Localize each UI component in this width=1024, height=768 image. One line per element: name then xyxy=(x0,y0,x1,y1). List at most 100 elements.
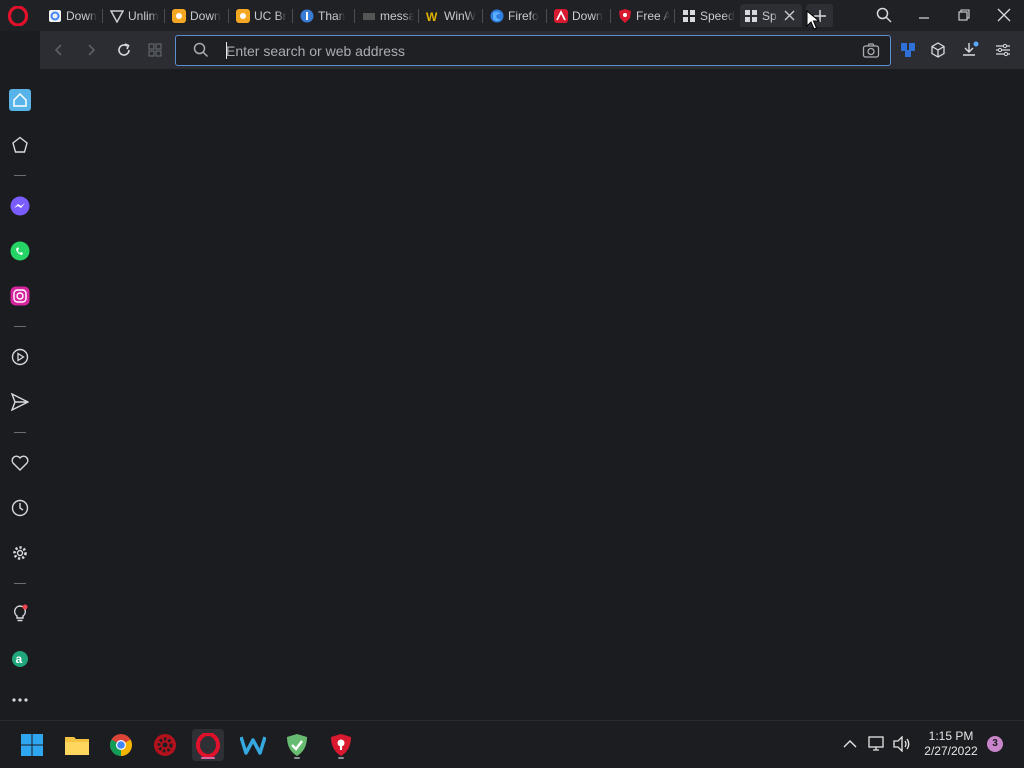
tab-separator xyxy=(546,9,547,23)
search-tabs-icon[interactable] xyxy=(873,5,895,25)
bookmarks-icon[interactable] xyxy=(9,134,31,156)
taskbar xyxy=(0,720,1024,768)
winworld-icon: W xyxy=(426,9,440,23)
extension-icon[interactable] xyxy=(899,41,917,59)
tab-separator xyxy=(610,9,611,23)
tab-title: Firefo xyxy=(508,8,539,23)
sidebar-divider xyxy=(14,583,26,584)
tab-6[interactable]: messa xyxy=(358,4,414,27)
avira-icon xyxy=(554,8,568,23)
settings-gear-icon[interactable] xyxy=(9,542,31,564)
tab-separator xyxy=(418,9,419,23)
tab-9[interactable]: Down xyxy=(550,4,606,27)
heart-icon[interactable] xyxy=(9,452,31,474)
adguard-icon[interactable] xyxy=(281,729,313,761)
page-content xyxy=(40,69,1024,720)
forward-icon[interactable] xyxy=(82,41,100,59)
address-bar[interactable]: Enter search or web address xyxy=(175,35,891,66)
restore-icon[interactable] xyxy=(953,5,975,25)
security-shield-app-icon[interactable] xyxy=(325,729,357,761)
running-indicator xyxy=(294,757,300,759)
tab-title: Sp xyxy=(762,8,777,23)
uc-browser-icon xyxy=(236,8,250,23)
google-drive-icon xyxy=(48,9,62,23)
firefox-icon xyxy=(490,9,504,23)
shield-icon xyxy=(618,8,632,23)
chrome-icon[interactable] xyxy=(105,729,137,761)
instagram-icon[interactable] xyxy=(9,285,31,307)
svg-text:W: W xyxy=(426,10,438,23)
lightbulb-icon[interactable] xyxy=(9,603,31,625)
tab-title: Free A xyxy=(636,8,670,23)
tab-4[interactable]: UC Br xyxy=(232,4,288,27)
tab-5[interactable]: Than xyxy=(296,4,350,27)
file-explorer-icon[interactable] xyxy=(61,729,93,761)
tab-7[interactable]: W WinW xyxy=(422,4,478,27)
player-icon[interactable] xyxy=(9,346,31,368)
close-window-icon[interactable] xyxy=(993,5,1015,25)
back-icon[interactable] xyxy=(50,41,68,59)
tab-title: messa xyxy=(380,8,414,23)
sidebar-divider xyxy=(14,326,26,327)
whatsapp-icon[interactable] xyxy=(9,240,31,262)
aria-icon[interactable]: a xyxy=(9,648,31,670)
reload-icon[interactable] xyxy=(115,41,133,59)
waterfox-icon[interactable] xyxy=(237,729,269,761)
address-placeholder: Enter search or web address xyxy=(226,43,405,59)
tab-11[interactable]: Speed xyxy=(678,4,736,27)
tab-separator xyxy=(102,9,103,23)
minimize-icon[interactable] xyxy=(913,5,935,25)
tab-10[interactable]: Free A xyxy=(614,4,670,27)
sidebar-divider xyxy=(14,175,26,176)
message-icon xyxy=(362,9,376,23)
tab-title: Down xyxy=(66,8,97,23)
tab-title: Speed xyxy=(700,8,735,23)
tab-title: Down xyxy=(190,8,221,23)
crypto-wallet-cube-icon[interactable] xyxy=(929,41,947,59)
text-caret xyxy=(226,42,227,59)
settings-gear-app-icon[interactable] xyxy=(149,729,181,761)
send-icon[interactable] xyxy=(9,391,31,413)
running-indicator xyxy=(338,757,344,759)
home-icon[interactable] xyxy=(9,89,31,111)
tab-3[interactable]: Down xyxy=(168,4,222,27)
info-circle-icon xyxy=(300,9,314,23)
running-indicator xyxy=(201,757,215,759)
sidebar-divider xyxy=(14,432,26,433)
speed-dial-icon xyxy=(682,9,696,23)
more-options-icon[interactable] xyxy=(9,689,31,711)
system-clock[interactable]: 1:15 PM 2/27/2022 xyxy=(918,729,984,759)
mouse-cursor-icon xyxy=(806,9,821,30)
tab-title: Than xyxy=(318,8,346,23)
show-hidden-icons-chevron-icon[interactable] xyxy=(841,735,859,753)
network-icon[interactable] xyxy=(868,735,886,753)
browser-window: Down Unlim Down UC Br Than messa W WinW … xyxy=(0,0,1024,768)
tab-title: Unlim xyxy=(128,8,159,23)
windows-start-icon[interactable] xyxy=(16,729,48,761)
download-icon[interactable] xyxy=(961,41,979,59)
uc-browser-icon xyxy=(172,8,186,23)
snapshot-camera-icon[interactable] xyxy=(862,42,880,64)
easy-setup-icon[interactable] xyxy=(994,41,1012,59)
svg-text:a: a xyxy=(16,652,23,666)
search-icon xyxy=(193,42,209,63)
tab-strip: Down Unlim Down UC Br Than messa W WinW … xyxy=(0,0,1024,31)
volume-icon[interactable] xyxy=(893,735,911,753)
tab-2[interactable]: Unlim xyxy=(106,4,160,27)
notification-badge[interactable]: 3 xyxy=(987,736,1003,752)
tab-1[interactable]: Down xyxy=(44,4,98,27)
messenger-icon[interactable] xyxy=(9,195,31,217)
opera-icon[interactable] xyxy=(192,729,224,761)
vpn-shield-icon xyxy=(110,9,124,23)
clock-date: 2/27/2022 xyxy=(924,744,978,758)
tab-title: UC Br xyxy=(254,8,287,23)
tab-grid-icon[interactable] xyxy=(146,41,164,59)
sidebar: a xyxy=(0,31,40,720)
tab-separator xyxy=(354,9,355,23)
close-tab-icon[interactable] xyxy=(783,9,796,22)
tab-separator xyxy=(292,9,293,23)
tab-8[interactable]: Firefo xyxy=(486,4,542,27)
opera-menu-icon[interactable] xyxy=(7,5,29,27)
tab-separator xyxy=(228,9,229,23)
history-clock-icon[interactable] xyxy=(9,497,31,519)
